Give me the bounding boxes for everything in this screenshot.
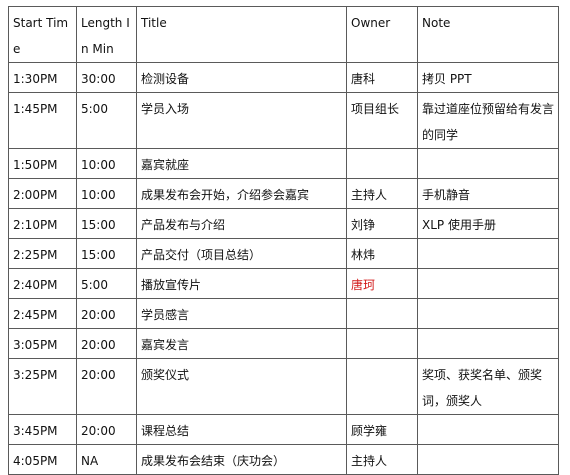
note-cell [417,298,559,329]
start-time-cell: 1:50PM [8,148,77,179]
note-cell [417,148,559,179]
header-start-time: Start Time [8,6,77,63]
owner-cell: 项目组长 [346,92,418,149]
owner-cell: 主持人 [346,178,418,209]
table-row: 1:50PM 10:00 嘉宾就座 [8,148,559,179]
note-cell: 奖项、获奖名单、颁奖词，颁奖人 [417,358,559,415]
title-cell: 成果发布会开始，介绍参会嘉宾 [136,178,347,209]
note-cell: 拷贝 PPT [417,62,559,93]
length-cell: 20:00 [76,328,137,359]
title-cell: 产品交付（项目总结） [136,238,347,269]
owner-cell: 林炜 [346,238,418,269]
start-time-cell: 1:30PM [8,62,77,93]
title-cell: 检测设备 [136,62,347,93]
owner-cell: 唐珂 [346,268,418,299]
start-time-cell: 2:45PM [8,298,77,329]
title-cell: 播放宣传片 [136,268,347,299]
length-cell: 30:00 [76,62,137,93]
length-cell: 15:00 [76,208,137,239]
header-owner: Owner [346,6,418,63]
owner-cell [346,298,418,329]
note-cell: 手机静音 [417,178,559,209]
title-cell: 嘉宾就座 [136,148,347,179]
owner-cell: 主持人 [346,444,418,475]
owner-cell: 刘铮 [346,208,418,239]
note-cell [417,328,559,359]
title-cell: 颁奖仪式 [136,358,347,415]
length-cell: 20:00 [76,298,137,329]
table-row: 3:25PM 20:00 颁奖仪式 奖项、获奖名单、颁奖词，颁奖人 [8,358,559,415]
note-cell [417,238,559,269]
header-length: Length In Min [76,6,137,63]
note-cell [417,268,559,299]
note-cell [417,414,559,445]
note-cell: XLP 使用手册 [417,208,559,239]
owner-cell [346,358,418,415]
start-time-cell: 2:00PM [8,178,77,209]
start-time-cell: 3:05PM [8,328,77,359]
start-time-cell: 3:45PM [8,414,77,445]
owner-cell: 唐科 [346,62,418,93]
table-row: 2:25PM 15:00 产品交付（项目总结） 林炜 [8,238,559,269]
note-cell: 靠过道座位预留给有发言的同学 [417,92,559,149]
start-time-cell: 1:45PM [8,92,77,149]
owner-cell [346,148,418,179]
start-time-cell: 4:05PM [8,444,77,475]
table-row: 3:05PM 20:00 嘉宾发言 [8,328,559,359]
table-row: 4:05PM NA 成果发布会结束（庆功会） 主持人 [8,444,559,475]
title-cell: 学员入场 [136,92,347,149]
note-cell [417,444,559,475]
length-cell: 5:00 [76,268,137,299]
table-row: 2:40PM 5:00 播放宣传片 唐珂 [8,268,559,299]
start-time-cell: 2:40PM [8,268,77,299]
title-cell: 课程总结 [136,414,347,445]
title-cell: 学员感言 [136,298,347,329]
start-time-cell: 2:25PM [8,238,77,269]
table-row: 2:10PM 15:00 产品发布与介绍 刘铮 XLP 使用手册 [8,208,559,239]
title-cell: 嘉宾发言 [136,328,347,359]
length-cell: 5:00 [76,92,137,149]
table-row: 2:00PM 10:00 成果发布会开始，介绍参会嘉宾 主持人 手机静音 [8,178,559,209]
table-row: 1:45PM 5:00 学员入场 项目组长 靠过道座位预留给有发言的同学 [8,92,559,149]
length-cell: 20:00 [76,358,137,415]
length-cell: 20:00 [76,414,137,445]
table-row: 1:30PM 30:00 检测设备 唐科 拷贝 PPT [8,62,559,93]
table-row: 3:45PM 20:00 课程总结 顾学雍 [8,414,559,445]
title-cell: 成果发布会结束（庆功会） [136,444,347,475]
schedule-table: Start Time Length In Min Title Owner Not… [8,6,559,475]
length-cell: 10:00 [76,148,137,179]
length-cell: 15:00 [76,238,137,269]
start-time-cell: 2:10PM [8,208,77,239]
start-time-cell: 3:25PM [8,358,77,415]
header-row: Start Time Length In Min Title Owner Not… [8,6,559,63]
length-cell: 10:00 [76,178,137,209]
header-note: Note [417,6,559,63]
owner-cell: 顾学雍 [346,414,418,445]
owner-cell [346,328,418,359]
table-row: 2:45PM 20:00 学员感言 [8,298,559,329]
title-cell: 产品发布与介绍 [136,208,347,239]
length-cell: NA [76,444,137,475]
header-title: Title [136,6,347,63]
